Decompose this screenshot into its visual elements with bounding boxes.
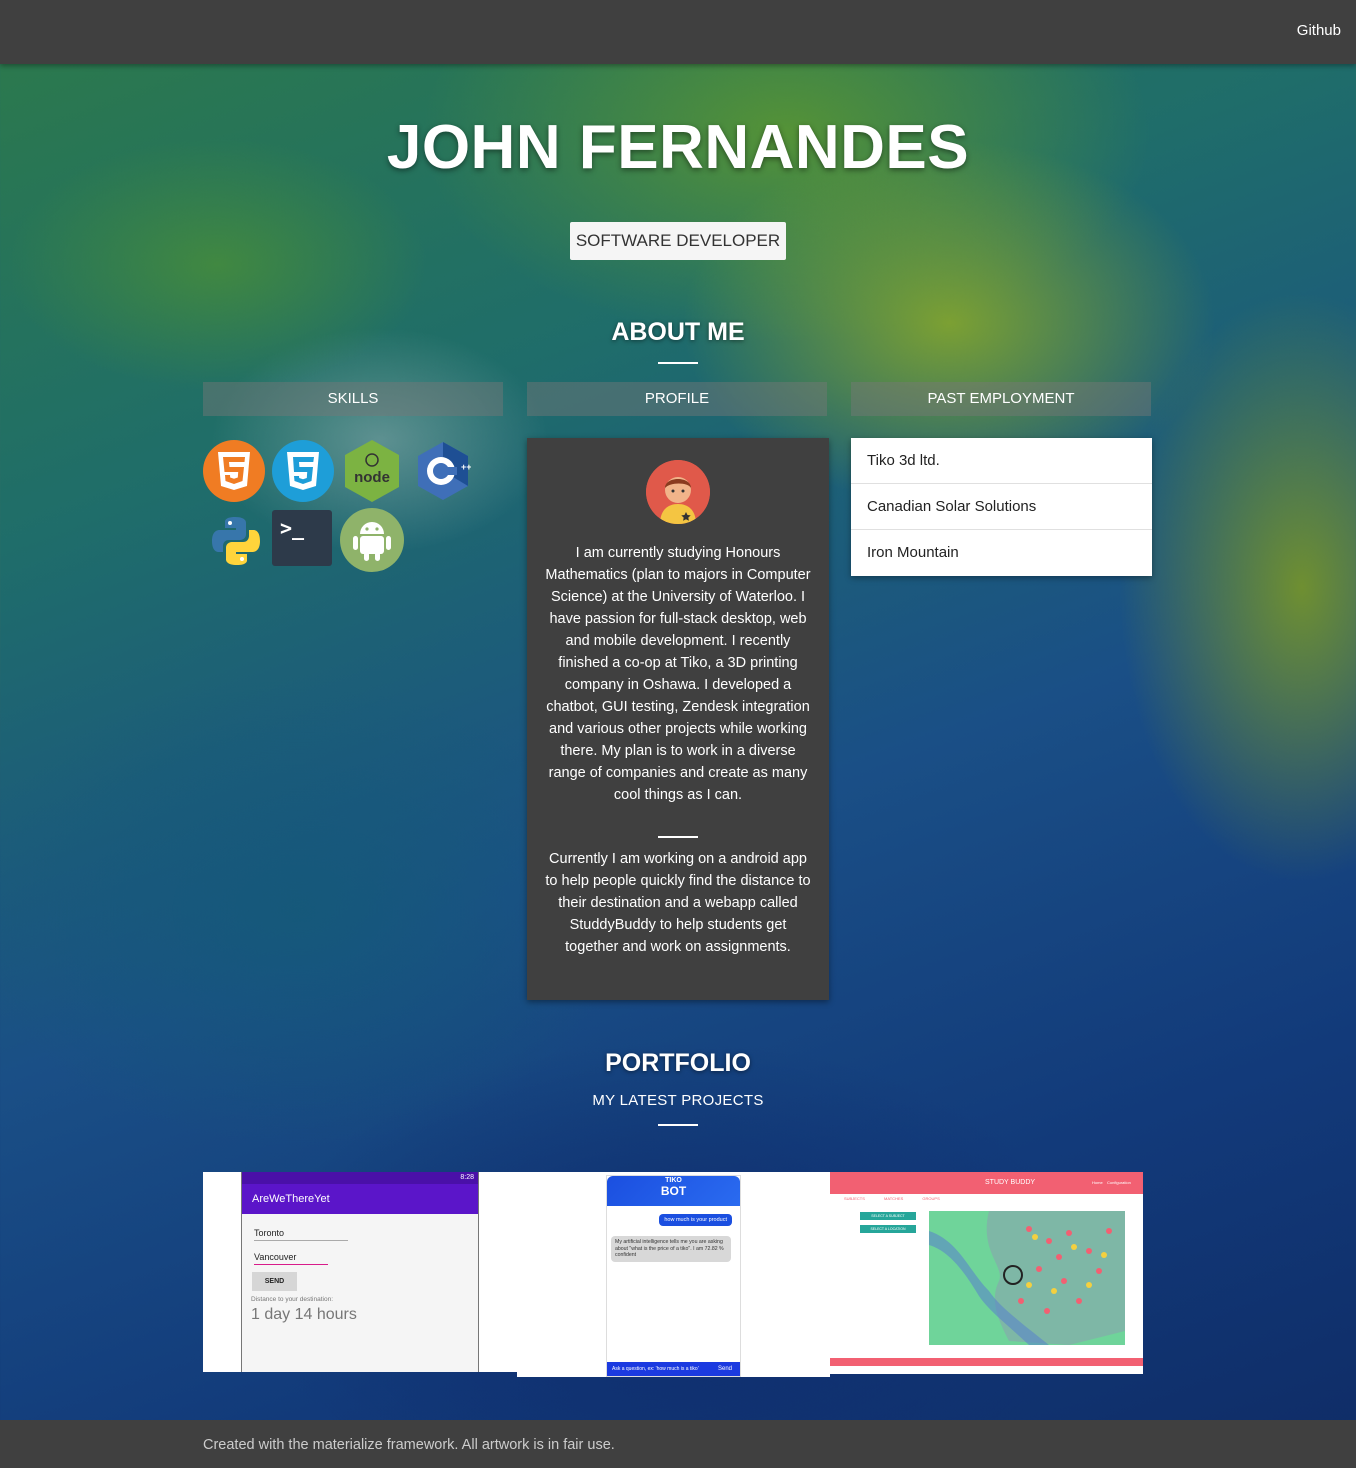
profile-card: I am currently studying Honours Mathemat… bbox=[527, 438, 829, 1000]
svg-text:node: node bbox=[354, 469, 390, 486]
select-subject-button[interactable]: SELECT A SUBJECT bbox=[860, 1212, 916, 1220]
select-location-button[interactable]: SELECT A LOCATION bbox=[860, 1225, 916, 1233]
role-chip: SOFTWARE DEVELOPER bbox=[570, 222, 786, 260]
profile-bio: I am currently studying Honours Mathemat… bbox=[545, 545, 811, 803]
employment-item[interactable]: Iron Mountain bbox=[851, 530, 1152, 576]
distance-label: Distance to your destination: bbox=[251, 1296, 334, 1303]
top-navbar: Github bbox=[0, 0, 1356, 64]
python-icon bbox=[205, 510, 267, 572]
nav-configuration[interactable]: Configuration bbox=[1107, 1172, 1131, 1194]
about-title: ABOUT ME bbox=[611, 318, 745, 346]
portfolio-subtitle: MY LATEST PROJECTS bbox=[592, 1092, 764, 1109]
css3-icon bbox=[272, 440, 334, 502]
studybuddy-header: STUDY BUDDY Home Configuration bbox=[830, 1172, 1143, 1194]
page-footer: Created with the materialize framework. … bbox=[0, 1420, 1356, 1468]
campus-map[interactable] bbox=[929, 1211, 1125, 1345]
github-link[interactable]: Github bbox=[1297, 22, 1341, 39]
tab-skills[interactable]: SKILLS bbox=[203, 382, 503, 416]
user-message: how much is your product bbox=[659, 1214, 732, 1226]
html5-icon bbox=[203, 440, 265, 502]
studybuddy-tabs: SUBJECTS MATCHES GROUPS bbox=[844, 1196, 940, 1201]
profile-divider bbox=[658, 836, 698, 838]
terminal-icon: >_ bbox=[272, 510, 332, 566]
status-time: 8:28 bbox=[460, 1174, 474, 1181]
brand-bottom: BOT bbox=[660, 1184, 687, 1198]
footer-text: Created with the materialize framework. … bbox=[203, 1437, 615, 1453]
chat-send-button[interactable]: Send bbox=[718, 1362, 732, 1376]
tab-profile[interactable]: PROFILE bbox=[527, 382, 827, 416]
employment-item[interactable]: Canadian Solar Solutions bbox=[851, 484, 1152, 530]
hero-name: JOHN FERNANDES bbox=[386, 113, 970, 182]
tikobot-header: TIKO BOT bbox=[607, 1176, 740, 1206]
bot-message: My artificial intelligence tells me you … bbox=[611, 1236, 731, 1262]
send-button[interactable]: SEND bbox=[252, 1272, 297, 1291]
nav-home[interactable]: Home bbox=[1092, 1172, 1103, 1194]
to-input[interactable]: Vancouver bbox=[254, 1252, 328, 1265]
android-icon bbox=[340, 508, 404, 572]
employment-list: Tiko 3d ltd. Canadian Solar Solutions Ir… bbox=[851, 438, 1152, 576]
status-bar: 8:28 bbox=[242, 1172, 478, 1184]
svg-text:++: ++ bbox=[461, 462, 471, 472]
portfolio-divider bbox=[658, 1124, 698, 1126]
profile-current-work: Currently I am working on a android app … bbox=[545, 851, 811, 955]
distance-value: 1 day 14 hours bbox=[251, 1306, 357, 1323]
tab-past-employment[interactable]: PAST EMPLOYMENT bbox=[851, 382, 1151, 416]
about-divider bbox=[658, 362, 698, 364]
chat-input[interactable]: Ask a question, ex: 'how much is a tiko'… bbox=[607, 1362, 740, 1376]
tab-matches[interactable]: MATCHES bbox=[884, 1196, 903, 1201]
studybuddy-title: STUDY BUDDY bbox=[985, 1179, 1036, 1186]
tab-subjects[interactable]: SUBJECTS bbox=[844, 1196, 865, 1201]
employment-item[interactable]: Tiko 3d ltd. bbox=[851, 438, 1152, 484]
avatar bbox=[646, 460, 710, 524]
studybuddy-footer bbox=[830, 1358, 1143, 1366]
nodejs-icon: node bbox=[342, 438, 402, 504]
project-studybuddy[interactable]: STUDY BUDDY Home Configuration SUBJECTS … bbox=[830, 1172, 1143, 1374]
chat-input-placeholder: Ask a question, ex: 'how much is a tiko' bbox=[612, 1366, 699, 1372]
cpp-icon: ++ bbox=[412, 440, 474, 502]
from-input[interactable]: Toronto bbox=[254, 1228, 348, 1241]
project-tikobot[interactable]: TIKO BOT how much is your product My art… bbox=[517, 1172, 830, 1377]
project-arewethereyet[interactable]: 8:28 AreWeThereYet Toronto Vancouver SEN… bbox=[203, 1172, 517, 1372]
app-bar: AreWeThereYet bbox=[242, 1184, 478, 1214]
portfolio-title: PORTFOLIO bbox=[605, 1049, 751, 1077]
tab-groups[interactable]: GROUPS bbox=[922, 1196, 939, 1201]
